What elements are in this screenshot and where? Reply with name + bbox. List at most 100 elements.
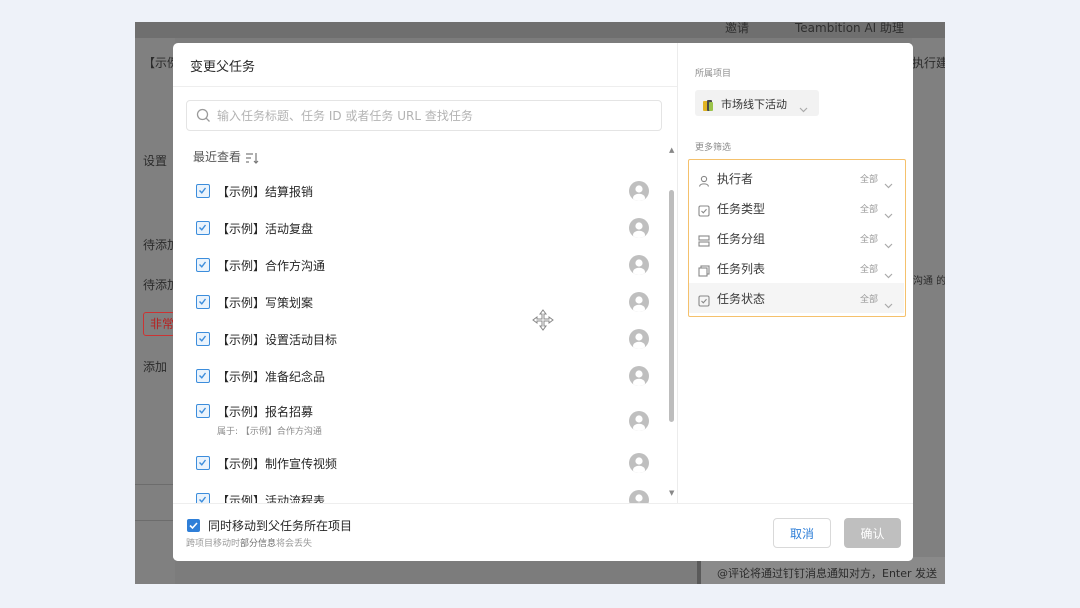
status-icon xyxy=(698,292,710,311)
task-title: 【示例】结算报销 xyxy=(217,185,314,199)
task-title: 【示例】制作宣传视频 xyxy=(217,457,338,471)
avatar-icon xyxy=(629,411,649,431)
filter-label: 执行者 xyxy=(717,172,754,186)
filter-value: 全部 xyxy=(860,295,879,305)
hint-text: 跨项目移动时 xyxy=(186,539,241,549)
filter-task-list[interactable]: 任务列表 全部 xyxy=(689,253,904,283)
avatar-icon xyxy=(629,329,649,349)
checkbox-icon xyxy=(698,202,710,221)
recent-task-list: 【示例】结算报销 【示例】活动复盘 【示例】合作方沟通 【示例】写策划案 【示例 xyxy=(173,173,668,503)
chevron-down-icon xyxy=(884,294,893,313)
dialog-title: 变更父任务 xyxy=(190,60,256,75)
filter-value: 全部 xyxy=(860,175,879,185)
project-selector[interactable]: 市场线下活动 xyxy=(695,90,819,116)
background-left-panel xyxy=(135,38,175,584)
task-title: 【示例】合作方沟通 xyxy=(217,259,326,273)
background-comment-hint: @评论将通过钉钉消息通知对方，Enter 发送 xyxy=(717,567,938,580)
task-item[interactable]: 【示例】报名招募 属于: 【示例】合作方沟通 xyxy=(173,395,668,445)
task-search-box[interactable] xyxy=(186,100,662,131)
task-parent-info: 属于: 【示例】合作方沟通 xyxy=(217,427,322,437)
task-checkbox-icon xyxy=(196,332,210,346)
filter-task-type[interactable]: 任务类型 全部 xyxy=(689,193,904,223)
dialog-footer: 同时移动到父任务所在项目 跨项目移动时部分信息将会丢失 取消 确认 xyxy=(173,503,913,561)
more-filters-panel: 执行者 全部 任务类型 全部 任务分组 全部 任务列表 全部 任务状态 全部 xyxy=(688,159,906,317)
task-checkbox-icon xyxy=(196,404,210,418)
task-title: 【示例】设置活动目标 xyxy=(217,333,338,347)
more-filters-label: 更多筛选 xyxy=(695,143,732,153)
task-item[interactable]: 【示例】合作方沟通 xyxy=(173,247,668,284)
chevron-down-icon xyxy=(884,234,893,253)
task-search-input[interactable] xyxy=(217,105,647,126)
filter-label: 任务分组 xyxy=(717,232,766,246)
task-title: 【示例】报名招募 xyxy=(217,405,314,419)
avatar-icon xyxy=(629,255,649,275)
filter-assignee[interactable]: 执行者 全部 xyxy=(689,163,904,193)
filter-value: 全部 xyxy=(860,265,879,275)
task-item[interactable]: 【示例】结算报销 xyxy=(173,173,668,210)
background-right-panel xyxy=(912,38,945,584)
task-checkbox-icon xyxy=(196,295,210,309)
task-title: 【示例】活动流程表 xyxy=(217,494,326,503)
list-scrollbar-thumb[interactable] xyxy=(669,190,674,422)
scroll-up-arrow-icon[interactable]: ▲ xyxy=(669,146,674,154)
project-label: 所属项目 xyxy=(695,69,732,79)
list-icon xyxy=(698,262,710,281)
background-divider xyxy=(135,520,175,521)
sort-icon[interactable] xyxy=(245,149,259,168)
filter-value: 全部 xyxy=(860,235,879,245)
task-title: 【示例】写策划案 xyxy=(217,296,314,310)
confirm-button[interactable]: 确认 xyxy=(844,518,901,548)
task-checkbox-icon xyxy=(196,258,210,272)
task-checkbox-icon xyxy=(196,369,210,383)
hint-text: 将会丢失 xyxy=(276,539,313,549)
filter-task-status[interactable]: 任务状态 全部 xyxy=(689,283,904,313)
task-title: 【示例】活动复盘 xyxy=(217,222,314,236)
task-picker-pane: 变更父任务 最近查看 【示例】结算报销 【示例】活动复盘 xyxy=(173,43,677,503)
background-priority-badge: 非常 xyxy=(143,312,175,336)
background-divider xyxy=(135,484,175,485)
search-icon xyxy=(196,108,211,127)
move-to-project-label[interactable]: 同时移动到父任务所在项目 xyxy=(208,517,352,534)
background-top-bar: 邀请 Teambition AI 助理 xyxy=(135,22,945,38)
title-divider xyxy=(173,86,677,87)
avatar-icon xyxy=(629,453,649,473)
scroll-down-arrow-icon[interactable]: ▼ xyxy=(669,489,674,497)
recent-viewed-label: 最近查看 xyxy=(193,150,242,164)
avatar-icon xyxy=(629,292,649,312)
move-cursor-icon xyxy=(532,309,554,335)
task-item[interactable]: 【示例】写策划案 xyxy=(173,284,668,321)
filter-label: 任务列表 xyxy=(717,262,766,276)
project-icon xyxy=(703,97,714,111)
avatar-icon xyxy=(629,181,649,201)
chevron-down-icon xyxy=(884,174,893,193)
task-title: 【示例】准备纪念品 xyxy=(217,370,326,384)
filter-label: 任务类型 xyxy=(717,202,766,216)
background-comment-bar: @评论将通过钉钉消息通知对方，Enter 发送 xyxy=(697,557,945,584)
chevron-down-icon xyxy=(799,98,808,117)
task-checkbox-icon xyxy=(196,456,210,470)
change-parent-task-dialog: 变更父任务 最近查看 【示例】结算报销 【示例】活动复盘 xyxy=(173,43,913,561)
filter-task-group[interactable]: 任务分组 全部 xyxy=(689,223,904,253)
hint-emphasis: 部分信息 xyxy=(240,539,277,549)
background-ai-assistant: Teambition AI 助理 xyxy=(795,22,905,35)
background-text: 执行建 xyxy=(912,56,945,70)
background-text: 添加 xyxy=(143,360,168,374)
move-warning-hint: 跨项目移动时部分信息将会丢失 xyxy=(186,536,312,549)
cancel-button[interactable]: 取消 xyxy=(773,518,831,548)
move-to-project-checkbox[interactable] xyxy=(187,519,200,532)
task-item[interactable]: 【示例】制作宣传视频 xyxy=(173,445,668,482)
task-item[interactable]: 【示例】准备纪念品 xyxy=(173,358,668,395)
filter-pane: 所属项目 市场线下活动 更多筛选 执行者 全部 任务类型 全部 任务分组 全部 … xyxy=(677,43,913,503)
avatar-icon xyxy=(629,490,649,503)
task-item[interactable]: 【示例】设置活动目标 xyxy=(173,321,668,358)
task-checkbox-icon xyxy=(196,221,210,235)
background-text: 沟通 的 xyxy=(913,276,945,287)
filter-label: 任务状态 xyxy=(717,292,766,306)
avatar-icon xyxy=(629,366,649,386)
task-item[interactable]: 【示例】活动复盘 xyxy=(173,210,668,247)
chevron-down-icon xyxy=(884,264,893,283)
project-name: 市场线下活动 xyxy=(721,98,787,111)
user-icon xyxy=(698,172,710,191)
task-item[interactable]: 【示例】活动流程表 xyxy=(173,482,668,503)
chevron-down-icon xyxy=(884,204,893,223)
